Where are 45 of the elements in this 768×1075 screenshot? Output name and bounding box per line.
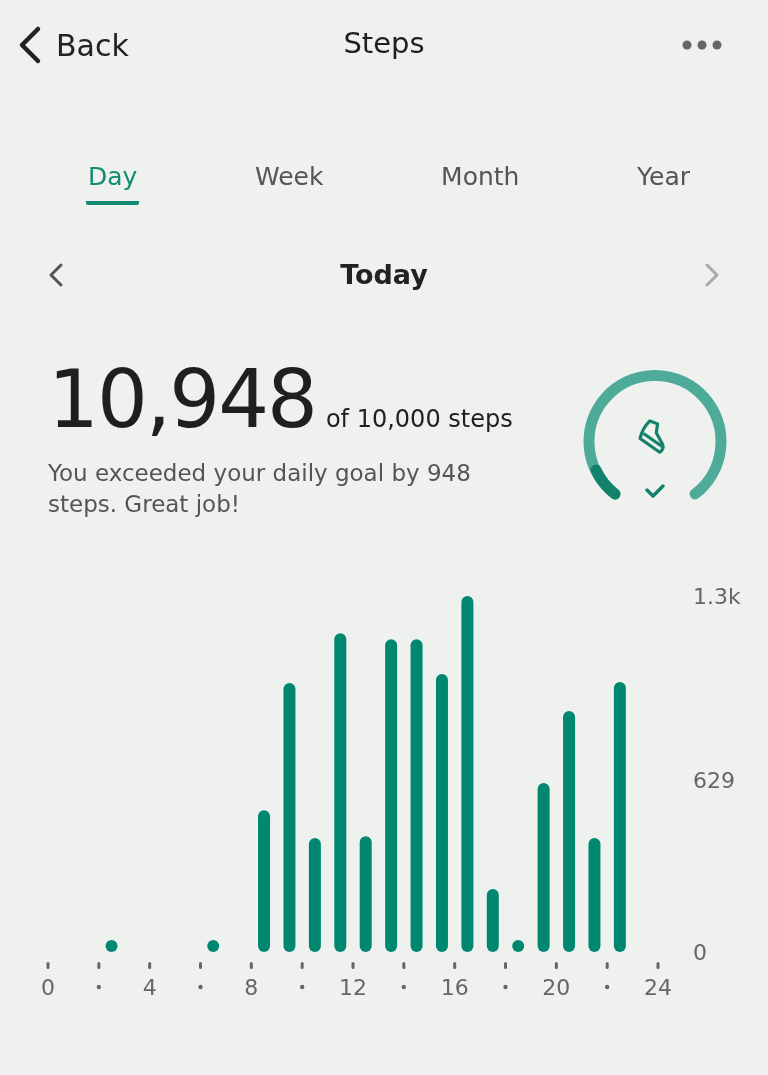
chevron-left-icon[interactable] [48, 261, 64, 288]
minor-tick-dot [503, 984, 508, 989]
minor-tick-dot [604, 984, 610, 989]
tick-mark [605, 961, 609, 969]
tick-mark [656, 961, 660, 969]
goal-text: of 10,000 steps [325, 405, 513, 433]
x-axis-label: 20 [542, 974, 571, 1000]
tick-mark [97, 961, 101, 969]
x-axis-label: 16 [440, 974, 469, 1000]
tick-mark [504, 961, 507, 969]
y-axis-label: 1.3k [693, 583, 741, 609]
bar [105, 939, 118, 952]
step-count: 10,948 [48, 360, 316, 440]
tab[interactable]: Year [635, 158, 692, 205]
y-axis-label: 629 [693, 767, 735, 793]
x-axis-label: 12 [339, 974, 367, 1000]
x-axis-label: 4 [142, 974, 157, 1000]
minor-tick-dot [299, 984, 305, 989]
minor-tick-dot [198, 984, 203, 989]
minor-tick-dot [96, 984, 102, 989]
tab[interactable]: Month [439, 158, 522, 205]
x-axis-label: 0 [41, 974, 55, 1000]
tab[interactable]: Day [86, 158, 140, 205]
tick-mark [46, 961, 50, 969]
tab[interactable]: Week [253, 158, 326, 205]
bar [207, 939, 220, 952]
period-label: Today [340, 259, 428, 290]
tick-mark [351, 961, 355, 969]
tick-mark [453, 961, 457, 969]
tick-mark [300, 961, 304, 969]
tick-mark [148, 961, 152, 969]
more-icon[interactable] [682, 39, 722, 51]
x-axis-label: 24 [644, 974, 672, 1000]
goal-message: You exceeded your daily goal by 948 steps. Great job! [48, 459, 472, 520]
bar [486, 888, 499, 952]
tick-mark [554, 961, 558, 969]
y-axis-label: 0 [693, 939, 707, 965]
back-button[interactable]: Back [16, 25, 129, 65]
tick-mark [199, 961, 202, 969]
bar [512, 939, 525, 952]
tick-mark [249, 961, 253, 969]
minor-tick-dot [401, 984, 407, 989]
screen-title: Steps [343, 26, 425, 60]
tick-mark [402, 961, 406, 969]
x-axis-label: 8 [244, 974, 259, 1000]
